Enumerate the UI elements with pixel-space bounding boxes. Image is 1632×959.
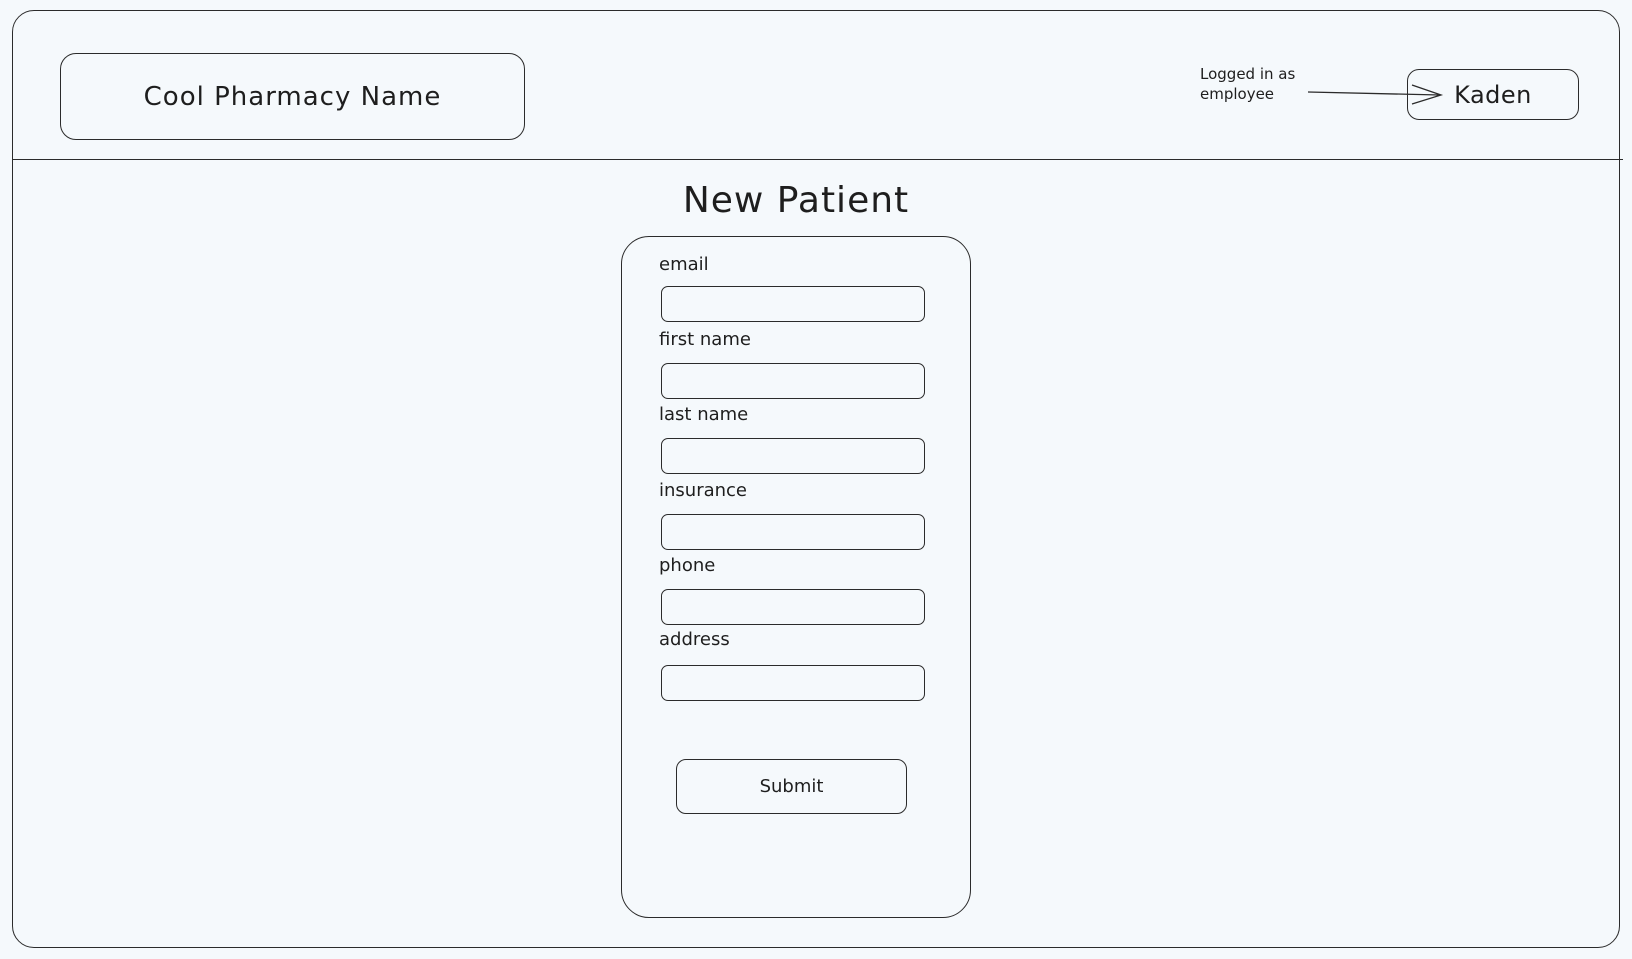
- insurance-field[interactable]: [661, 514, 925, 550]
- brand-name: Cool Pharmacy Name: [143, 81, 442, 112]
- last-name-label: last name: [659, 404, 749, 425]
- new-patient-form: email first name last name insurance pho…: [621, 236, 971, 918]
- address-label: address: [659, 629, 730, 650]
- address-field[interactable]: [661, 665, 925, 701]
- header-divider: [12, 159, 1623, 160]
- pharmacy-brand[interactable]: Cool Pharmacy Name: [60, 53, 525, 140]
- phone-field[interactable]: [661, 589, 925, 625]
- first-name-field[interactable]: [661, 363, 925, 399]
- email-field[interactable]: [661, 286, 925, 322]
- user-name: Kaden: [1454, 80, 1532, 109]
- insurance-label: insurance: [659, 480, 748, 501]
- submit-button[interactable]: Submit: [676, 759, 907, 814]
- first-name-label: first name: [659, 329, 751, 350]
- page-title: New Patient: [682, 180, 910, 221]
- last-name-field[interactable]: [661, 438, 925, 474]
- user-account-button[interactable]: Kaden: [1407, 69, 1579, 120]
- email-label: email: [659, 254, 709, 275]
- phone-label: phone: [659, 555, 716, 576]
